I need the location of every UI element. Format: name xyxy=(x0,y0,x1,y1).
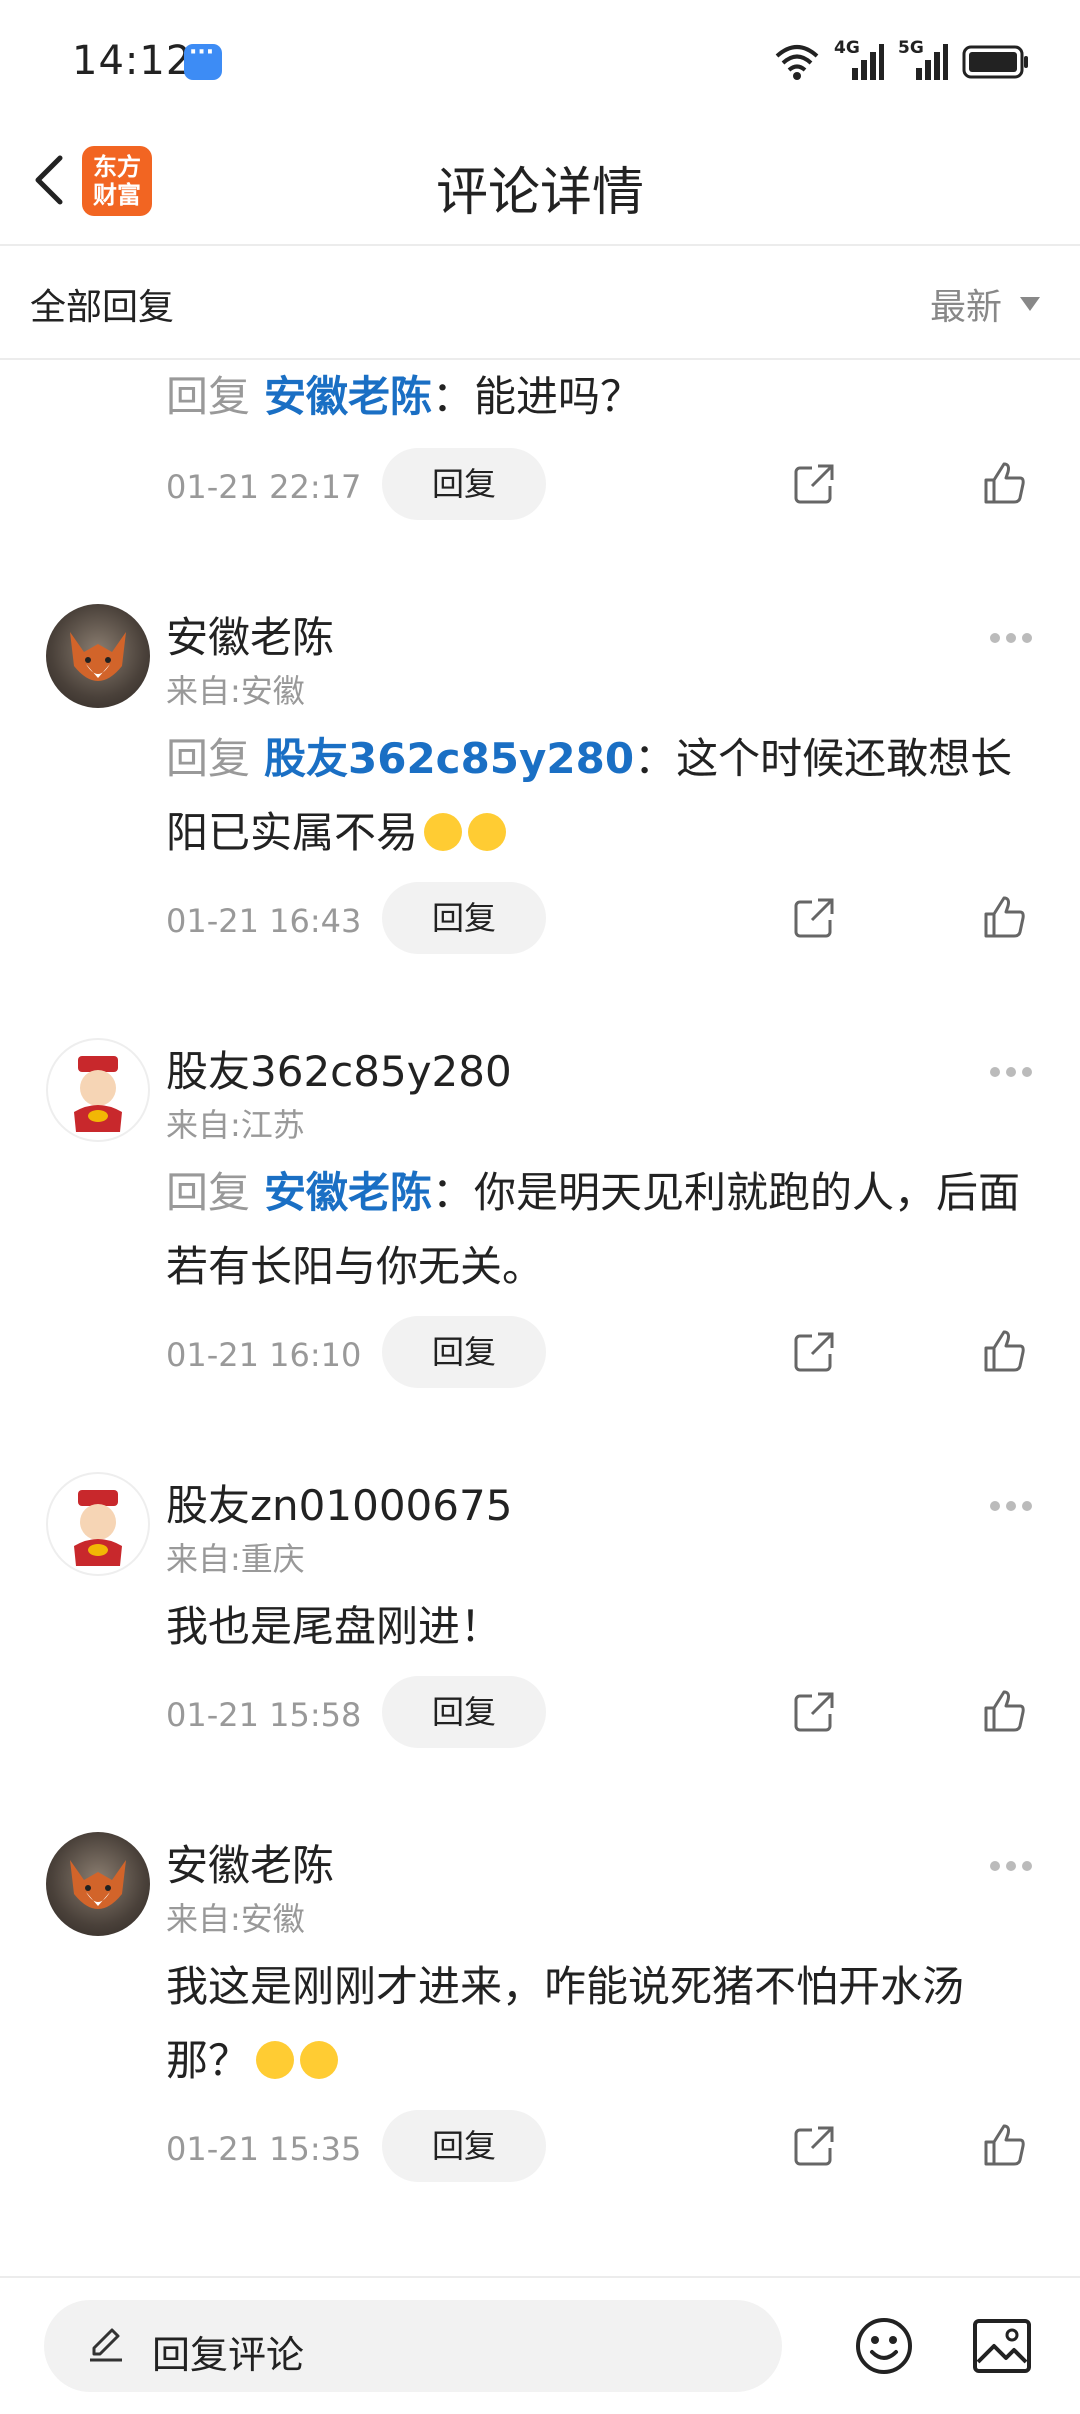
reply-input-placeholder: 回复评论 xyxy=(152,2333,305,2377)
comment-item: 安徽老陈 来自:安徽 回复 股友362c85y280：这个时候还敢想长阳已实属不易… xyxy=(0,604,1080,1004)
all-replies-label: 全部回复 xyxy=(30,287,175,328)
comment-text: 回复 安徽老陈：你是明天见利就跑的人，后面若有长阳与你无关。 xyxy=(166,1156,1046,1304)
avatar[interactable] xyxy=(46,1832,150,1936)
reply-button[interactable]: 回复 xyxy=(382,2110,546,2182)
thumbs-up-icon[interactable] xyxy=(982,460,1028,506)
comment-actions: 01-21 15:58 回复 xyxy=(166,1676,1046,1748)
comment-time: 01-21 16:10 xyxy=(166,1336,362,1374)
more-options-icon[interactable] xyxy=(990,1856,1040,1871)
comment-actions: 01-21 16:43 回复 xyxy=(166,882,1046,954)
reply-prefix: 回复 xyxy=(166,734,251,783)
status-bar: 14:12 4G 5G xyxy=(0,0,1080,120)
signal-5g-icon: 5G xyxy=(898,38,948,82)
thumbs-up-icon[interactable] xyxy=(982,1328,1028,1374)
user-location: 来自:江苏 xyxy=(166,1106,305,1144)
message-notification-icon xyxy=(184,40,222,80)
pen-icon xyxy=(90,2328,122,2362)
comment-time: 01-21 15:58 xyxy=(166,1696,362,1734)
sort-dropdown[interactable]: 最新 xyxy=(930,278,1040,330)
wifi-icon xyxy=(775,45,819,80)
status-icons: 4G 5G xyxy=(774,38,1030,86)
comment-body: 我也是尾盘刚进！ xyxy=(166,1602,503,1651)
bottom-bar: 回复评论 xyxy=(0,2276,1080,2414)
user-location: 来自:安徽 xyxy=(166,672,305,710)
comment-actions: 01-21 15:35 回复 xyxy=(166,2110,1046,2182)
filter-bar: 全部回复 最新 xyxy=(0,246,1080,360)
thumbs-up-icon[interactable] xyxy=(982,1688,1028,1734)
user-location: 来自:重庆 xyxy=(166,1540,305,1578)
signal-4g-icon: 4G xyxy=(834,38,884,82)
mention-link[interactable]: 股友362c85y280 xyxy=(264,734,634,783)
mention-link[interactable]: 安徽老陈 xyxy=(264,372,432,421)
sort-label: 最新 xyxy=(929,287,1002,328)
comment-text: 我这是刚刚才进来，咋能说死猪不怕开水汤那？ xyxy=(166,1950,1046,2098)
grin-emoji-icon xyxy=(468,812,507,851)
chevron-down-icon xyxy=(1020,297,1040,311)
grin-emoji-icon xyxy=(256,2040,295,2079)
user-name[interactable]: 安徽老陈 xyxy=(166,1832,334,1893)
avatar[interactable] xyxy=(46,1472,150,1576)
comment-item: 股友362c85y280 来自:江苏 回复 安徽老陈：你是明天见利就跑的人，后面若… xyxy=(0,1038,1080,1438)
grin-emoji-icon xyxy=(300,2040,339,2079)
comment-text: 回复 安徽老陈：能进吗？ xyxy=(166,360,1046,434)
reply-prefix: 回复 xyxy=(166,372,251,421)
user-location: 来自:安徽 xyxy=(166,1900,305,1938)
mention-link[interactable]: 安徽老陈 xyxy=(264,1168,432,1217)
battery-icon xyxy=(962,45,1028,79)
thumbs-up-icon[interactable] xyxy=(982,2122,1028,2168)
comment-body: ：能进吗？ xyxy=(432,372,643,421)
reply-button[interactable]: 回复 xyxy=(382,448,546,520)
comment-text: 我也是尾盘刚进！ xyxy=(166,1590,1046,1664)
share-icon[interactable] xyxy=(792,2124,836,2168)
page-title: 评论详情 xyxy=(435,163,644,223)
grin-emoji-icon xyxy=(424,812,463,851)
comment-text: 回复 股友362c85y280：这个时候还敢想长阳已实属不易 xyxy=(166,722,1046,870)
comment-actions: 01-21 22:17 回复 xyxy=(166,448,1046,520)
comment-item: 安徽老陈 来自:安徽 我这是刚刚才进来，咋能说死猪不怕开水汤那？ 01-21 1… xyxy=(0,1832,1080,2232)
comment-actions: 01-21 16:10 回复 xyxy=(166,1316,1046,1388)
reply-button[interactable]: 回复 xyxy=(382,882,546,954)
reply-button[interactable]: 回复 xyxy=(382,1676,546,1748)
share-icon[interactable] xyxy=(792,462,836,506)
nav-bar: 东方财富 评论详情 xyxy=(0,120,1080,246)
thumbs-up-icon[interactable] xyxy=(982,894,1028,940)
comment-time: 01-21 16:43 xyxy=(166,902,362,940)
reply-prefix: 回复 xyxy=(166,1168,251,1217)
more-options-icon[interactable] xyxy=(990,1496,1040,1511)
comment-time: 01-21 22:17 xyxy=(166,468,362,506)
avatar[interactable] xyxy=(46,604,150,708)
user-name[interactable]: 股友zn01000675 xyxy=(166,1472,512,1533)
share-icon[interactable] xyxy=(792,1690,836,1734)
avatar[interactable] xyxy=(46,1038,150,1142)
reply-button[interactable]: 回复 xyxy=(382,1316,546,1388)
comment-item: 股友zn01000675 来自:重庆 我也是尾盘刚进！ 01-21 15:58 … xyxy=(0,1472,1080,1802)
user-name[interactable]: 安徽老陈 xyxy=(166,604,334,665)
user-name[interactable]: 股友362c85y280 xyxy=(166,1038,512,1099)
comment-time: 01-21 15:35 xyxy=(166,2130,362,2168)
share-icon[interactable] xyxy=(792,896,836,940)
reply-input[interactable]: 回复评论 xyxy=(44,2300,782,2392)
emoji-icon[interactable] xyxy=(854,2316,914,2376)
status-time: 14:12 xyxy=(72,38,193,84)
more-options-icon[interactable] xyxy=(990,1062,1040,1077)
image-icon[interactable] xyxy=(972,2318,1032,2374)
share-icon[interactable] xyxy=(792,1330,836,1374)
comment-item: 回复 安徽老陈：能进吗？ 01-21 22:17 回复 xyxy=(0,360,1080,540)
more-options-icon[interactable] xyxy=(990,628,1040,643)
